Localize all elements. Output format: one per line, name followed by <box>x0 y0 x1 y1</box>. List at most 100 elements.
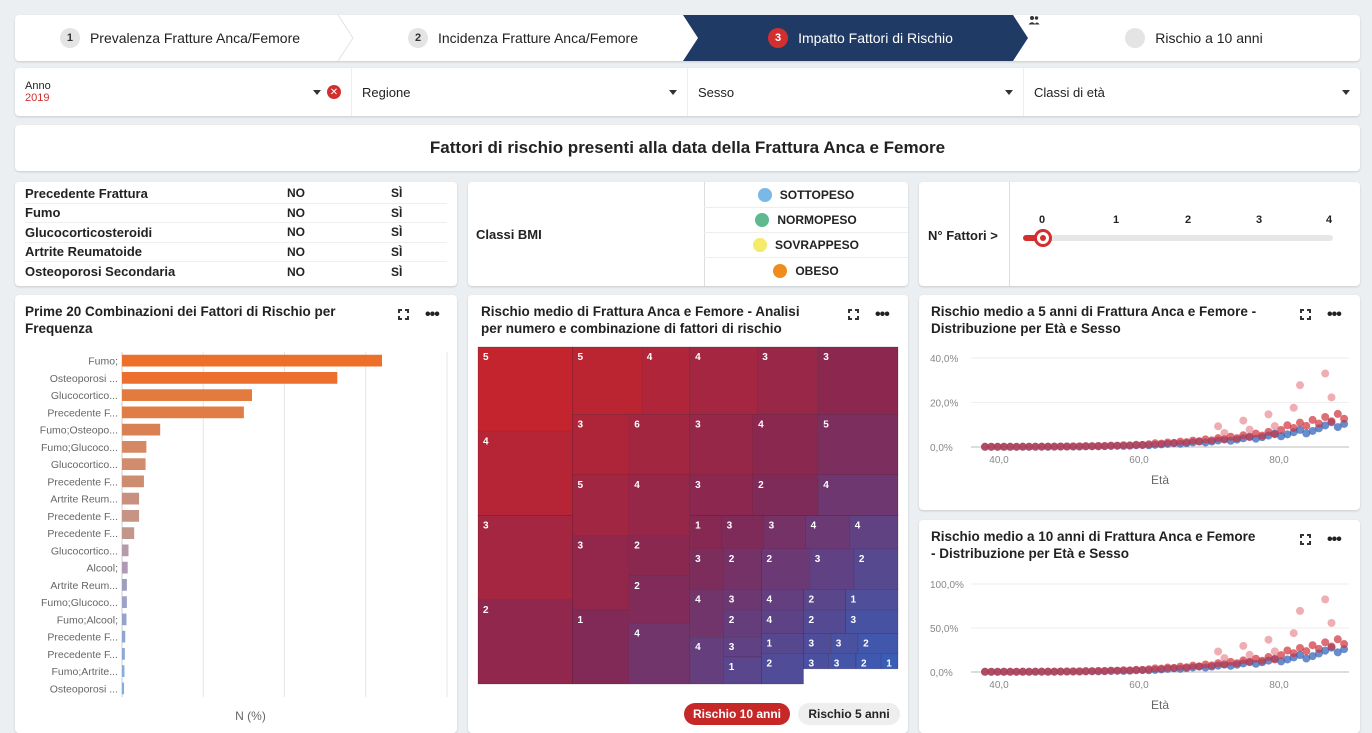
treemap-cell-label: 2 <box>809 615 815 626</box>
option-si[interactable]: SÌ <box>346 186 447 200</box>
treemap-cell-label: 4 <box>647 352 653 363</box>
y-tick-label: 100,0% <box>930 580 964 591</box>
treemap-cell-label: 3 <box>578 541 584 552</box>
chevron-down-icon <box>313 89 321 95</box>
risk-factor-name: Fumo <box>25 205 61 221</box>
x-axis-label: Età <box>1151 473 1169 487</box>
risk-factor-name: Artrite Reumatoide <box>25 244 143 260</box>
option-si[interactable]: SÌ <box>346 206 447 220</box>
risk-factor-filter: Precedente Frattura NO SÌ Fumo NO SÌ Glu… <box>15 182 457 286</box>
clear-icon[interactable]: ✕ <box>327 85 341 99</box>
legend-dot <box>773 263 788 278</box>
treemap-cell-label: 5 <box>823 419 829 430</box>
bar <box>122 372 338 384</box>
scatter-point-f <box>1214 422 1223 431</box>
scatter-point-f <box>1289 629 1298 638</box>
divider <box>1009 182 1010 286</box>
treemap-cell <box>477 430 573 516</box>
step-impatto[interactable]: 3 Impatto Fattori di Rischio <box>698 15 1023 61</box>
scatter-10-chart: 0,0% 50,0% 100,0% 40,0 60,0 80,0 Età <box>930 580 1349 712</box>
chevron-down-icon <box>1005 89 1013 95</box>
x-tick-label: 60,0 <box>1129 455 1149 466</box>
page-title: Fattori di rischio presenti alla data de… <box>15 125 1360 171</box>
category-label: Precedente F... <box>47 476 118 488</box>
bmi-option-obeso[interactable]: OBESO <box>704 258 908 283</box>
treemap-chart: 5 5 4 4 3 3 4 3 6 3 4 5 3 5 4 3 2 4 2 3 2 1 3 3 4 4 2 3 2 2 3 2 1 4 4 3 4 2 1 2… <box>477 346 899 685</box>
option-no[interactable]: NO <box>246 186 347 200</box>
legend-dot <box>755 213 770 227</box>
option-no[interactable]: NO <box>246 245 347 259</box>
option-no[interactable]: NO <box>246 265 347 279</box>
treemap-cell-label: 3 <box>729 642 735 653</box>
treemap-cell-label: 3 <box>836 638 842 649</box>
treemap-cell-label: 1 <box>729 662 735 673</box>
option-no[interactable]: NO <box>246 206 347 220</box>
bmi-option-label: SOTTOPESO <box>779 188 855 202</box>
scatter-point-f <box>1321 369 1330 378</box>
treemap-cell <box>817 346 899 415</box>
bar <box>122 492 140 505</box>
step-prevalenza[interactable]: 1 Prevalenza Fratture Anca/Femore <box>15 15 345 61</box>
bar <box>122 527 135 539</box>
option-no[interactable]: NO <box>246 225 347 239</box>
sesso-select[interactable]: Sesso <box>688 68 1024 116</box>
treemap-cell-label: 1 <box>695 521 701 532</box>
regione-label: Regione <box>362 84 411 100</box>
scatter-point-f <box>1296 381 1304 390</box>
bmi-option-sovrappeso[interactable]: SOVRAPPESO <box>704 233 908 258</box>
bmi-option-sottopeso[interactable]: SOTTOPESO <box>704 183 908 208</box>
y-tick-label: 0,0% <box>930 443 953 454</box>
category-label: Precedente F... <box>47 407 118 419</box>
treemap-cell-label: 3 <box>769 521 775 532</box>
scatter-point-f <box>1289 403 1298 412</box>
treemap-cell-label: 6 <box>634 419 640 430</box>
treemap-cell-label: 3 <box>809 659 815 670</box>
slider-tick: 2 <box>1185 214 1192 226</box>
bar <box>122 630 126 643</box>
scatter-point-f <box>1327 393 1336 402</box>
slider-track[interactable] <box>1043 235 1333 241</box>
category-label: Precedente F... <box>47 528 118 540</box>
option-si[interactable]: SÌ <box>346 225 447 239</box>
bar <box>122 389 252 401</box>
treemap-cell-label: 4 <box>695 595 701 606</box>
treemap-cell-label: 4 <box>634 628 640 639</box>
treemap-cell-label: 4 <box>767 595 773 606</box>
treemap-cell-label: 2 <box>767 659 773 670</box>
treemap-cell-label: 5 <box>578 480 584 491</box>
bar <box>122 423 161 436</box>
scatter-point-f <box>1264 635 1273 644</box>
risk-factor-row: Glucocorticosteroidi NO SÌ <box>25 223 447 243</box>
bar <box>122 510 140 522</box>
treemap-cell-label: 2 <box>634 541 640 552</box>
treemap-cell-label: 3 <box>851 615 857 626</box>
treemap-cell-label: 3 <box>809 638 815 649</box>
anno-select[interactable]: Anno 2019 ✕ <box>15 68 352 116</box>
step-incidenza[interactable]: 2 Incidenza Fratture Anca/Femore <box>353 15 693 61</box>
classi-eta-select[interactable]: Classi di età <box>1024 68 1360 116</box>
toggle-rischio-10[interactable]: Rischio 10 anni <box>684 703 790 725</box>
option-si[interactable]: SÌ <box>346 265 447 279</box>
toggle-rischio-5[interactable]: Rischio 5 anni <box>798 703 900 725</box>
chevron-down-icon <box>669 89 677 95</box>
step-label: Prevalenza Fratture Anca/Femore <box>89 30 301 46</box>
y-tick-label: 0,0% <box>930 668 953 679</box>
category-label: Alcool; <box>86 563 118 575</box>
regione-select[interactable]: Regione <box>352 68 688 116</box>
people-icon <box>1028 16 1146 48</box>
slider-tick: 3 <box>1256 214 1263 226</box>
y-tick-label: 20,0% <box>930 399 958 410</box>
treemap-cell-label: 3 <box>762 352 768 363</box>
step-number: 1 <box>59 28 80 48</box>
slider-tick: 0 <box>1039 214 1046 226</box>
treemap-cell-label: 5 <box>578 352 584 363</box>
category-label: Artrite Reum... <box>50 494 118 506</box>
step-rischio-10[interactable]: Rischio a 10 anni <box>1028 15 1360 61</box>
treemap-cell <box>855 653 882 670</box>
bmi-option-normopeso[interactable]: NORMOPESO <box>704 208 908 233</box>
category-label: Artrite Reum... <box>50 580 118 592</box>
bar <box>122 648 125 660</box>
slider-handle[interactable] <box>1034 229 1052 247</box>
option-si[interactable]: SÌ <box>346 245 447 259</box>
legend-dot <box>757 188 772 202</box>
